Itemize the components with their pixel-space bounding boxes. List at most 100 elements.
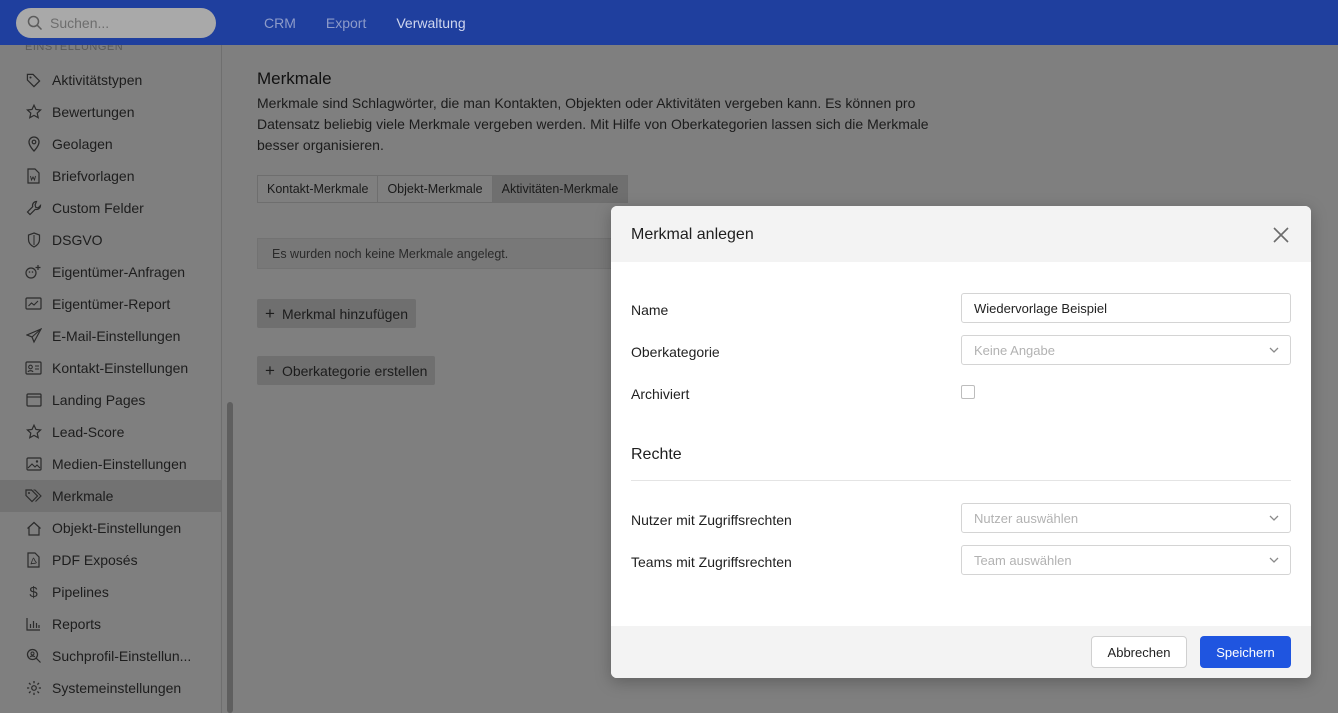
top-bar: Suchen... CRM Export Verwaltung: [0, 0, 1338, 45]
sidebar-item-eigentuemer-report[interactable]: Eigentümer-Report: [0, 288, 221, 320]
page-title: Merkmale: [257, 69, 332, 88]
tab-kontakt-merkmale[interactable]: Kontakt-Merkmale: [257, 175, 379, 203]
chevron-down-icon: [1269, 515, 1279, 521]
modal-footer: Abbrechen Speichern: [611, 626, 1311, 678]
sidebar-scrollbar[interactable]: [227, 402, 233, 713]
user-plus-icon: [25, 264, 42, 281]
sidebar-item-objekt-einstellungen[interactable]: Objekt-Einstellungen: [0, 512, 221, 544]
sidebar-item-lead-score[interactable]: Lead-Score: [0, 416, 221, 448]
sidebar-item-reports[interactable]: Reports: [0, 608, 221, 640]
archived-checkbox[interactable]: [961, 385, 975, 399]
save-button[interactable]: Speichern: [1200, 636, 1291, 668]
sidebar-item-kontakt-einstellungen[interactable]: Kontakt-Einstellungen: [0, 352, 221, 384]
users-rights-placeholder: Nutzer auswählen: [974, 510, 1079, 526]
nav-export[interactable]: Export: [326, 15, 366, 31]
tag-icon: [25, 72, 42, 89]
archived-label: Archiviert: [631, 386, 690, 402]
sidebar-item-label: Geolagen: [52, 136, 113, 152]
name-label: Name: [631, 302, 669, 318]
sidebar-item-label: PDF Exposés: [52, 552, 138, 568]
sidebar-item-eigentuemer-anfragen[interactable]: Eigentümer-Anfragen: [0, 256, 221, 288]
tab-aktivitaeten-merkmale[interactable]: Aktivitäten-Merkmale: [491, 175, 629, 203]
sidebar-item-pdf-exposes[interactable]: PDF Exposés: [0, 544, 221, 576]
parent-category-select[interactable]: Keine Angabe: [961, 335, 1291, 365]
sidebar-item-label: Landing Pages: [52, 392, 146, 408]
sidebar-item-aktivitaetstypen[interactable]: Aktivitätstypen: [0, 64, 221, 96]
sidebar-item-label: Eigentümer-Anfragen: [52, 264, 186, 280]
sidebar-item-systemeinstellungen[interactable]: Systemeinstellungen: [0, 672, 221, 704]
teams-rights-placeholder: Team auswählen: [974, 552, 1072, 568]
teams-rights-label: Teams mit Zugriffsrechten: [631, 554, 792, 570]
page-description: Merkmale sind Schlagwörter, die man Kont…: [257, 95, 929, 153]
sidebar-item-briefvorlagen[interactable]: Briefvorlagen: [0, 160, 221, 192]
sidebar-item-custom-felder[interactable]: Custom Felder: [0, 192, 221, 224]
modal-title: Merkmal anlegen: [631, 226, 754, 243]
nav-crm[interactable]: CRM: [264, 15, 296, 31]
home-icon: [25, 520, 42, 537]
sidebar-item-email-einstellungen[interactable]: E-Mail-Einstellungen: [0, 320, 221, 352]
tags-icon: [25, 488, 42, 505]
dollar-icon: $: [29, 583, 38, 601]
modal-header: Merkmal anlegen: [611, 206, 1311, 262]
bar-chart-icon: [25, 616, 42, 633]
sidebar-item-merkmale[interactable]: Merkmale: [0, 480, 221, 512]
nav-verwaltung[interactable]: Verwaltung: [396, 15, 465, 31]
sidebar-item-label: Aktivitätstypen: [52, 72, 143, 88]
star-icon: [25, 424, 42, 441]
sidebar-item-label: Medien-Einstellungen: [52, 456, 187, 472]
search-icon: [27, 15, 43, 31]
sidebar-item-label: Custom Felder: [52, 200, 144, 216]
search-profile-icon: [25, 648, 42, 665]
sidebar-item-label: Kontakt-Einstellungen: [52, 360, 189, 376]
sidebar-item-label: Suchprofil-Einstellun...: [52, 648, 192, 664]
sidebar-item-label: E-Mail-Einstellungen: [52, 328, 181, 344]
sidebar-item-label: Reports: [52, 616, 102, 632]
main-nav: CRM Export Verwaltung: [264, 0, 496, 45]
sidebar-item-landing-pages[interactable]: Landing Pages: [0, 384, 221, 416]
chevron-down-icon: [1269, 557, 1279, 563]
sidebar-item-label: Systemeinstellungen: [52, 680, 182, 696]
tab-objekt-merkmale[interactable]: Objekt-Merkmale: [377, 175, 493, 203]
chevron-down-icon: [1269, 347, 1279, 353]
parent-category-placeholder: Keine Angabe: [974, 342, 1055, 358]
paper-plane-icon: [25, 328, 42, 345]
sidebar-item-suchprofil-einstellungen[interactable]: Suchprofil-Einstellun...: [0, 640, 221, 672]
browser-window-icon: [25, 392, 42, 409]
word-document-icon: [25, 168, 42, 185]
contact-card-icon: [25, 360, 42, 377]
close-icon[interactable]: [1273, 227, 1289, 243]
sidebar-item-medien-einstellungen[interactable]: Medien-Einstellungen: [0, 448, 221, 480]
search-input[interactable]: Suchen...: [16, 8, 216, 38]
sidebar-item-dsgvo[interactable]: DSGVO: [0, 224, 221, 256]
tab-bar: Kontakt-Merkmale Objekt-Merkmale Aktivit…: [257, 175, 629, 203]
sidebar-item-label: Briefvorlagen: [52, 168, 135, 184]
add-merkmal-button[interactable]: + Merkmal hinzufügen: [257, 299, 416, 328]
plus-icon: +: [265, 360, 275, 380]
users-rights-label: Nutzer mit Zugriffsrechten: [631, 512, 792, 528]
name-field[interactable]: Wiedervorlage Beispiel: [961, 293, 1291, 323]
report-chart-icon: [25, 296, 42, 313]
wrench-icon: [25, 200, 42, 217]
sidebar-item-geolagen[interactable]: Geolagen: [0, 128, 221, 160]
star-icon: [25, 104, 42, 121]
shield-icon: [25, 232, 42, 249]
sidebar-item-label: DSGVO: [52, 232, 103, 248]
image-icon: [25, 456, 42, 473]
pdf-icon: [25, 552, 42, 569]
users-rights-select[interactable]: Nutzer auswählen: [961, 503, 1291, 533]
sidebar-item-label: Objekt-Einstellungen: [52, 520, 182, 536]
sidebar-item-bewertungen[interactable]: Bewertungen: [0, 96, 221, 128]
sidebar-item-label: Lead-Score: [52, 424, 125, 440]
sidebar-item-pipelines[interactable]: $ Pipelines: [0, 576, 221, 608]
create-category-button[interactable]: + Oberkategorie erstellen: [257, 356, 436, 385]
create-category-label: Oberkategorie erstellen: [281, 362, 428, 379]
sidebar-section-title: EINSTELLUNGEN: [25, 45, 124, 53]
teams-rights-select[interactable]: Team auswählen: [961, 545, 1291, 575]
sidebar-item-label: Pipelines: [52, 584, 109, 600]
parent-category-label: Oberkategorie: [631, 344, 720, 360]
section-divider: [631, 480, 1291, 481]
plus-icon: +: [265, 303, 275, 323]
gear-icon: [25, 680, 42, 697]
rights-section-title: Rechte: [631, 446, 682, 463]
cancel-button[interactable]: Abbrechen: [1091, 636, 1187, 668]
